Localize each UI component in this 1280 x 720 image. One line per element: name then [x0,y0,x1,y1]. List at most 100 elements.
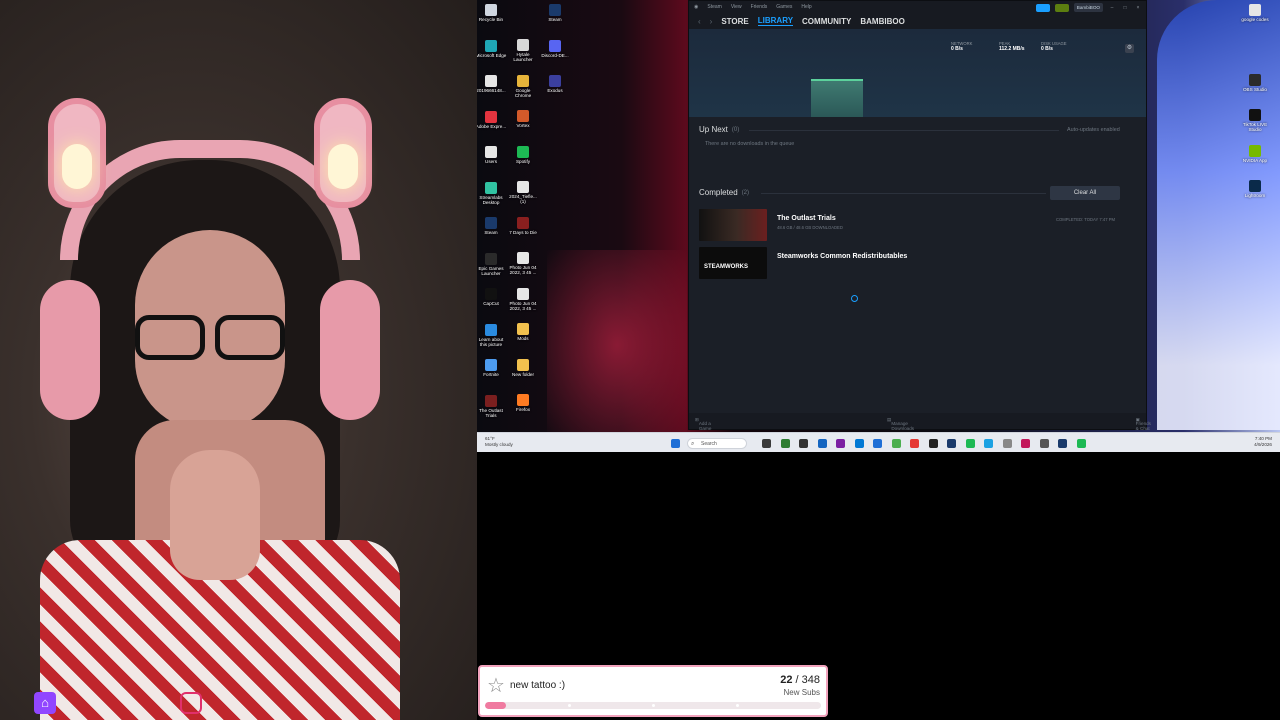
user-menu[interactable]: BambiBOO [1073,3,1103,12]
clear-all-button[interactable]: Clear All [1050,186,1120,200]
desktop-shortcut-label: Microsoft Edge [477,52,507,58]
taskbar-clock[interactable]: 7:40 PM 4/9/2026 [1254,436,1272,448]
desktop-shortcut[interactable]: Steam [539,4,571,44]
desktop-shortcut[interactable]: Mods [507,323,539,363]
desktop-shortcut-label: New folder [512,371,534,377]
obs-icon[interactable] [928,439,938,448]
add-game-button[interactable]: ⊞ Add a Game [695,417,711,431]
desktop-shortcut[interactable]: Epic Games Launcher [477,252,507,293]
desktop-shortcut[interactable]: Users [477,146,507,186]
lightroom-icon [1249,180,1261,192]
maximize-icon[interactable]: □ [1121,4,1129,12]
spotify-icon[interactable] [965,439,975,448]
back-arrow-icon[interactable]: ‹ [698,17,701,26]
steam-window: ◉ Steam View Friends Games Help BambiBOO… [688,0,1151,431]
menu-friends[interactable]: Friends [751,4,768,10]
loading-cursor-icon [851,295,858,302]
menu-steam[interactable]: Steam [707,4,721,10]
desktop-shortcut[interactable]: 7 Days to Die [507,216,539,257]
desktop-shortcut[interactable]: Firefox [507,394,539,434]
desktop-shortcut-label: 2024_Tiefle... (1) [509,194,537,205]
instagram-icon[interactable] [1021,439,1030,448]
desktop-shortcut[interactable]: Exodus [539,75,571,115]
desktop-shortcut-label: Photo Jun 04 2022, 3 45 ... [509,265,537,276]
game-thumbnail: STEAMWORKS [699,247,767,279]
streamlabs-icon [485,181,497,194]
desktop-shortcut-label: Hytale Launcher [513,52,533,63]
desktop-shortcut[interactable]: Photo Jun 04 2022, 3 45 ... [507,252,539,292]
desktop-shortcut[interactable]: New folder [507,358,539,399]
gear-icon[interactable]: ⚙ [1125,44,1134,53]
desktop-shortcut[interactable]: 2019666148... [477,75,507,115]
steam-icon[interactable] [1058,439,1067,448]
desktop-shortcut[interactable]: The Outlast Trials [477,394,507,435]
menu-games[interactable]: Games [776,4,792,10]
camera-icon[interactable] [1002,439,1012,448]
desktop-shortcut[interactable]: Microsoft Edge [477,39,507,80]
streamer-figure [40,98,400,720]
tab-profile[interactable]: BAMBIBOO [860,17,904,26]
menu-view[interactable]: View [731,4,742,10]
spotify-icon[interactable] [1076,439,1086,448]
desktop-shortcut[interactable]: CapCut [477,288,507,328]
teams-icon[interactable] [873,439,882,448]
desktop-shortcut[interactable]: Vortex [507,110,539,150]
vortex-icon [517,110,529,122]
desktop-shortcut-label: CapCut [483,301,499,306]
empty-queue-text: There are no downloads in the queue [705,141,795,147]
chrome-icon[interactable] [891,439,901,448]
desktop-shortcut[interactable]: Learn about this picture [477,323,507,364]
completed-status: COMPLETED: TODAY 7:47 PM [1055,217,1115,222]
discord-icon[interactable] [836,439,845,448]
notification-bell-icon[interactable] [1054,3,1069,12]
desktop-shortcut[interactable]: Discord-DE... [539,39,571,80]
desktop-shortcut[interactable]: OBS Studio [1239,74,1271,114]
copilot-icon[interactable] [780,439,790,448]
desktop-shortcut[interactable]: Recycle Bin [477,4,507,44]
friends-chat-button[interactable]: Friends & Chat ▣ [1136,417,1151,431]
tab-community[interactable]: COMMUNITY [802,17,851,26]
edge-icon[interactable] [984,439,993,448]
broadcast-icon[interactable] [1035,3,1050,12]
desktop-shortcut[interactable]: Steam [477,217,507,257]
edge-icon[interactable] [817,439,827,448]
start-icon[interactable] [671,439,680,448]
file-explorer-icon[interactable] [799,439,808,448]
close-icon[interactable]: × [1134,4,1142,12]
auto-updates-text: Auto-updates enabled [1067,127,1120,133]
desktop-shortcut[interactable]: Photo Jun 04 2022, 3 45 ... [507,287,539,328]
desktop-shortcut-label: Users [485,159,497,164]
outlook-icon[interactable] [854,439,864,448]
desktop-shortcut[interactable]: Lightroom [1239,180,1271,220]
download-item-outlast[interactable]: The Outlast Trials 48.6 GB / 48.6 GB DOW… [699,209,1129,241]
forward-arrow-icon[interactable]: › [710,17,713,26]
tab-store[interactable]: STORE [721,17,748,26]
tiktok-icon[interactable] [910,439,919,448]
desktop-shortcut[interactable]: Hytale Launcher [507,39,539,79]
taskbar-search[interactable]: ⌕ Search [687,438,747,449]
desktop-shortcut[interactable]: Adobe Expre... [477,110,507,151]
nvidia-icon [1249,145,1261,157]
desktop-shortcut[interactable]: Google Chrome [507,74,539,115]
download-item-steamworks[interactable]: STEAMWORKS Steamworks Common Redistribut… [699,247,1129,279]
weather-widget[interactable]: 61°F Mostly cloudy [485,436,513,448]
minimize-icon[interactable]: – [1108,4,1116,12]
desktop-shortcut-label: NVIDIA App [1242,158,1268,163]
desktop-shortcut[interactable]: NVIDIA App [1239,145,1271,185]
tab-library[interactable]: LIBRARY [757,16,794,26]
firefox-icon [517,394,529,406]
capcut-icon[interactable] [1039,439,1049,448]
menu-help[interactable]: Help [801,4,811,10]
bunny-ear-right [314,98,372,208]
desktop-shortcut[interactable]: Spotify [507,145,539,186]
progress-tick [736,704,739,707]
steam-icon[interactable] [947,439,956,448]
manage-downloads-button[interactable]: ▤ Manage Downloads [887,417,914,431]
desktop-shortcut[interactable]: google codes [1239,4,1271,44]
desktop-shortcut[interactable]: 2024_Tiefle... (1) [507,181,539,221]
desktop-shortcut[interactable]: Fortnite [477,359,507,399]
desktop-shortcut[interactable]: Streamlabs Desktop [477,181,507,222]
desktop-shortcut-label: Firefox [515,407,531,412]
task-view-icon[interactable] [762,439,771,448]
desktop-shortcut[interactable]: TikTok LIVE Studio [1239,109,1271,149]
